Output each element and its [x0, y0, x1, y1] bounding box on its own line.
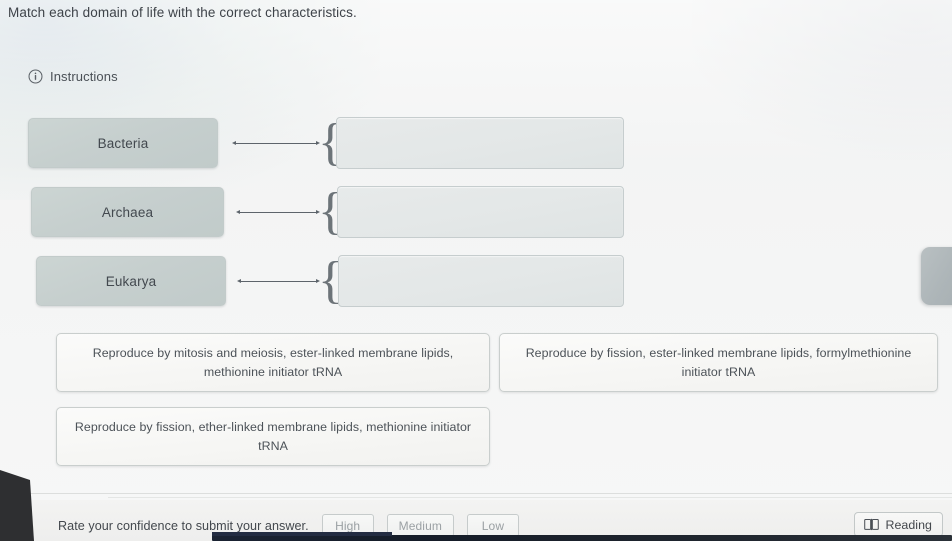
- domain-chip-label: Archaea: [101, 204, 154, 220]
- reading-button-label: Reading: [885, 517, 932, 532]
- domain-chip-bacteria[interactable]: Bacteria: [28, 118, 218, 168]
- domain-chip-label: Eukarya: [105, 273, 157, 289]
- device-bezel-bottom-accent: [212, 532, 392, 536]
- connector-arrow: [232, 140, 320, 145]
- instructions-link[interactable]: Instructions: [28, 69, 118, 84]
- dropzone-bacteria[interactable]: [336, 117, 624, 169]
- book-icon: [864, 518, 880, 531]
- reading-button[interactable]: Reading: [854, 512, 943, 537]
- connector-arrow: [236, 209, 320, 214]
- dropzone-archaea[interactable]: [337, 186, 624, 238]
- match-row: Eukarya {: [0, 250, 952, 319]
- connector-arrow: [237, 278, 320, 283]
- option-tile[interactable]: Reproduce by fission, ether-linked membr…: [56, 407, 490, 466]
- confidence-prompt: Rate your confidence to submit your answ…: [58, 518, 309, 533]
- device-bezel-left: [0, 470, 34, 541]
- domain-chip-archaea[interactable]: Archaea: [31, 187, 224, 237]
- match-row: Bacteria {: [0, 112, 952, 181]
- info-circle-icon: [28, 69, 43, 84]
- option-tile[interactable]: Reproduce by mitosis and meiosis, ester-…: [56, 333, 490, 392]
- confidence-button-medium[interactable]: Medium: [386, 514, 454, 537]
- option-tile[interactable]: Reproduce by fission, ester-linked membr…: [499, 333, 938, 392]
- confidence-button-low[interactable]: Low: [466, 514, 519, 537]
- quiz-screen: Match each domain of life with the corre…: [0, 0, 952, 541]
- section-divider-secondary: [108, 497, 952, 498]
- match-rows: Bacteria { Archaea { Eukarya {: [0, 112, 952, 319]
- domain-chip-label: Bacteria: [97, 135, 149, 151]
- match-row: Archaea {: [0, 181, 952, 250]
- domain-chip-eukarya[interactable]: Eukarya: [36, 256, 226, 306]
- side-panel-tab[interactable]: [921, 247, 952, 305]
- question-prompt: Match each domain of life with the corre…: [8, 5, 357, 20]
- instructions-label: Instructions: [50, 69, 118, 84]
- dropzone-eukarya[interactable]: [338, 255, 624, 307]
- section-divider: [30, 493, 952, 494]
